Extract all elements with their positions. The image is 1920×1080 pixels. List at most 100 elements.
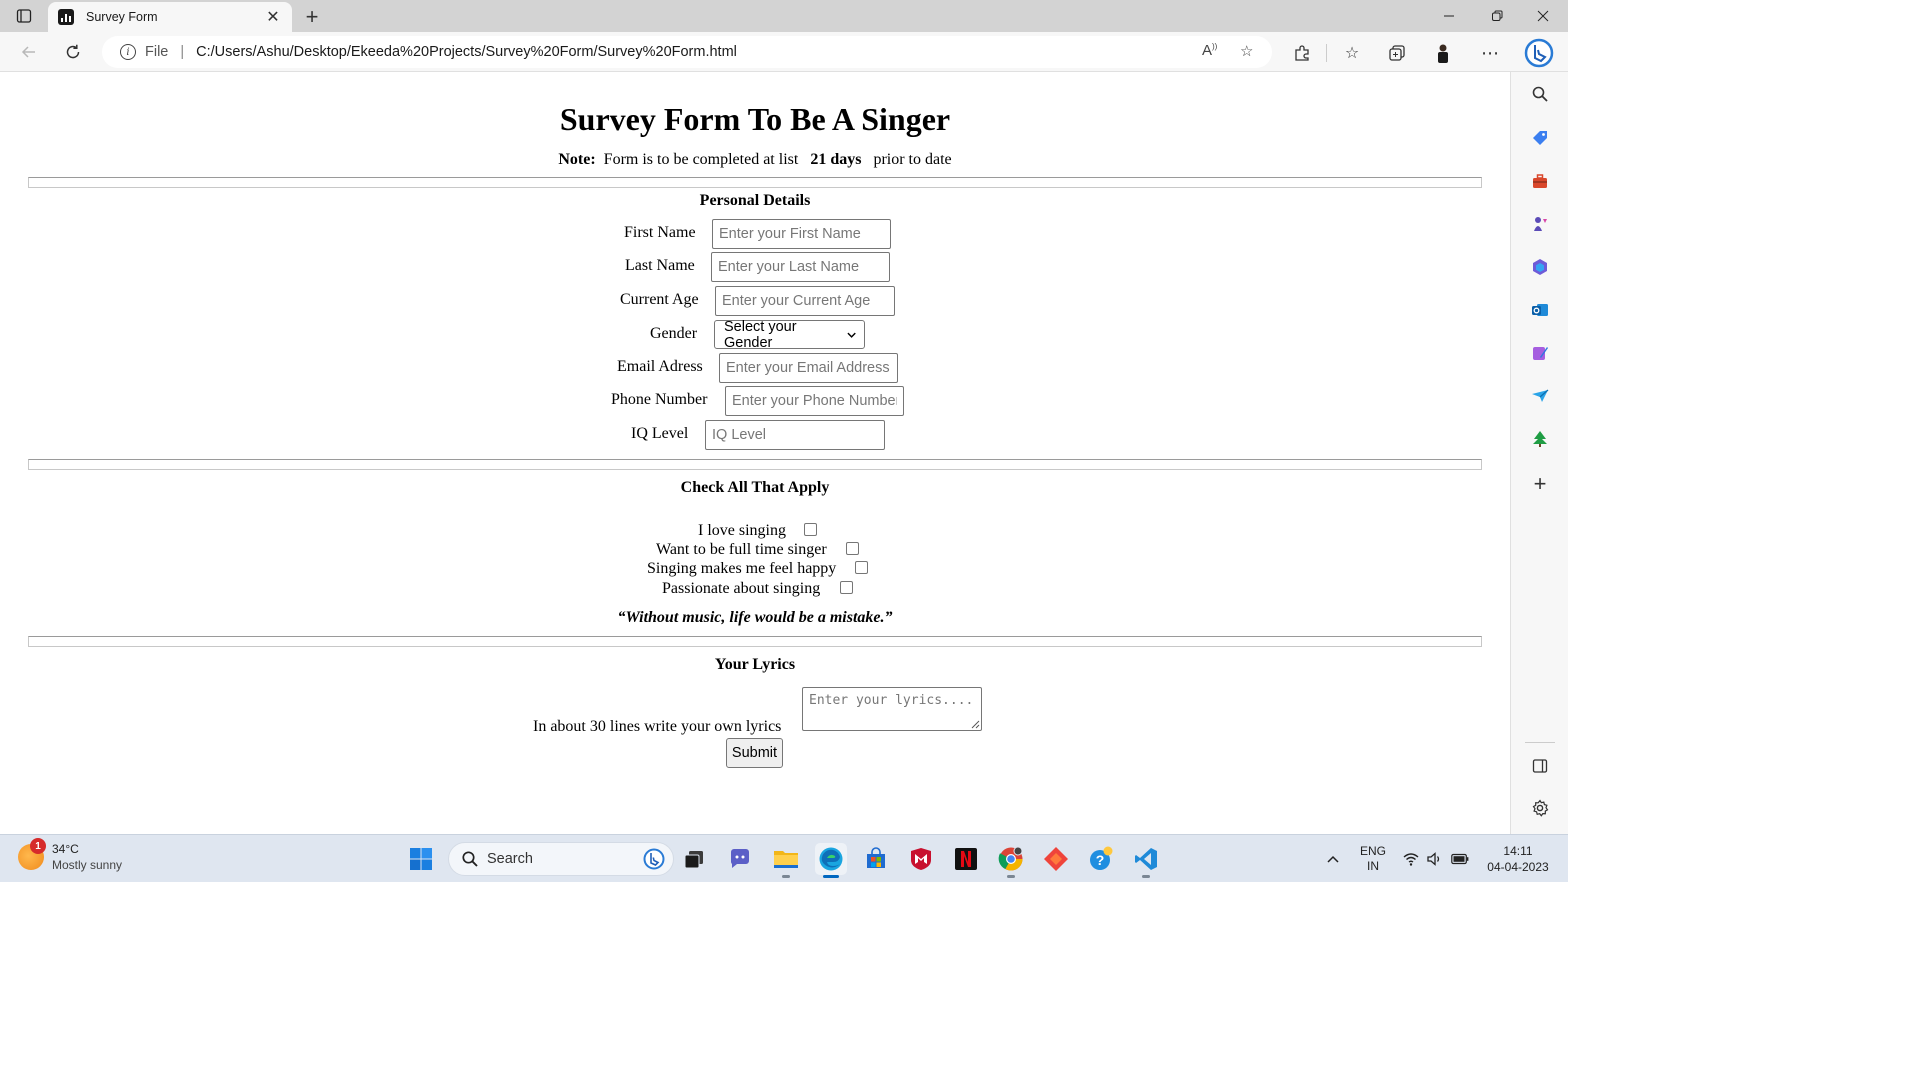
refresh-icon — [66, 44, 80, 59]
gender-select[interactable]: Select your Gender — [714, 318, 865, 351]
check-label-full-time: Want to be full time singer — [656, 541, 827, 558]
bing-search-icon — [643, 848, 665, 870]
new-tab-button[interactable]: + — [300, 4, 324, 30]
collections-icon[interactable] — [1385, 42, 1409, 64]
note-text-after: prior to date — [873, 151, 952, 168]
running-indicator — [823, 875, 839, 878]
survey-page: Survey Form To Be A Singer Note: Form is… — [0, 73, 1510, 834]
sidebar-add-icon[interactable]: + — [1528, 471, 1552, 496]
language-indicator[interactable]: ENG IN — [1356, 835, 1390, 883]
submit-button[interactable]: Submit — [726, 738, 783, 768]
store-icon — [867, 847, 885, 868]
file-explorer-button[interactable] — [770, 843, 802, 878]
read-aloud-icon[interactable]: A)) — [1202, 42, 1217, 59]
checks-title: Check All That Apply — [680, 479, 830, 496]
vscode-icon — [1135, 848, 1157, 870]
phone-label: Phone Number — [611, 391, 708, 408]
address-bar[interactable]: i File | C:/Users/Ashu/Desktop/Ekeeda%20… — [102, 36, 1272, 68]
edge-sidebar: + — [1510, 72, 1568, 834]
running-indicator — [782, 875, 790, 878]
sidebar-tree-icon[interactable] — [1528, 427, 1552, 451]
check-label-passionate: Passionate about singing — [662, 580, 821, 597]
sidebar-outlook-icon[interactable] — [1528, 298, 1552, 322]
iq-level-label: IQ Level — [631, 425, 689, 442]
lyrics-label: In about 30 lines write your own lyrics — [533, 718, 782, 735]
toolbar-divider — [1326, 44, 1327, 62]
puzzle-icon — [1295, 45, 1309, 61]
current-age-input[interactable] — [715, 286, 895, 316]
get-help-button[interactable]: ? — [1085, 843, 1117, 875]
iq-level-input[interactable] — [705, 420, 885, 450]
sidebar-games-icon[interactable] — [1528, 212, 1552, 236]
favorites-icon[interactable]: ☆ — [1340, 42, 1364, 64]
collections-glyph-icon — [1389, 45, 1405, 61]
note-text-before: Form is to be completed at list — [603, 151, 799, 168]
close-window-button[interactable] — [1520, 0, 1566, 32]
battery-icon — [1451, 853, 1469, 865]
sidebar-search-icon[interactable] — [1528, 82, 1552, 106]
refresh-button[interactable] — [60, 40, 86, 64]
volume-icon — [1427, 852, 1440, 866]
settings-more-icon[interactable]: ⋯ — [1478, 42, 1502, 64]
checkbox-full-time[interactable] — [846, 542, 859, 555]
show-hidden-icons-button[interactable] — [1320, 835, 1346, 883]
weather-temp: 34°C — [52, 842, 79, 856]
sidebar-designer-icon[interactable] — [1528, 341, 1552, 365]
extensions-icon[interactable] — [1290, 42, 1314, 64]
task-view-icon — [684, 851, 703, 869]
sidebar-settings-gear-icon[interactable] — [1528, 796, 1552, 820]
bing-copilot-icon[interactable] — [1524, 38, 1554, 68]
gender-selected-value: Select your Gender — [724, 318, 797, 351]
first-name-input[interactable] — [712, 219, 891, 249]
resize-grip-icon[interactable] — [970, 719, 980, 729]
netflix-button[interactable] — [950, 843, 982, 875]
note-days: 21 days — [810, 151, 862, 168]
edge-button[interactable] — [815, 843, 847, 878]
checkbox-love-singing[interactable] — [804, 523, 817, 536]
minimize-button[interactable] — [1426, 0, 1472, 32]
sidebar-hide-icon[interactable] — [1528, 754, 1552, 778]
tab-close-icon[interactable]: ✕ — [264, 7, 282, 27]
add-favorite-icon[interactable]: ☆ — [1240, 42, 1253, 60]
clock[interactable]: 14:11 04-04-2023 — [1478, 835, 1558, 883]
restore-button[interactable] — [1474, 0, 1520, 32]
microsoft-store-button[interactable] — [860, 843, 892, 875]
tab-actions-button[interactable] — [0, 0, 48, 32]
current-age-label: Current Age — [620, 291, 699, 308]
mcafee-button[interactable] — [905, 843, 937, 875]
language-code: ENG — [1359, 844, 1386, 858]
sidebar-send-icon[interactable] — [1528, 384, 1552, 408]
weather-widget[interactable]: 1 34°C Mostly sunny — [18, 838, 123, 873]
system-tray-status[interactable] — [1400, 835, 1472, 883]
checkbox-passionate[interactable] — [840, 581, 853, 594]
music-quote: “Without music, life would be a mistake.… — [617, 609, 893, 626]
section-divider — [28, 459, 1482, 470]
wifi-icon — [1403, 853, 1419, 866]
sidebar-tools-icon[interactable] — [1528, 169, 1552, 193]
checkbox-happy[interactable] — [855, 561, 868, 574]
vscode-button[interactable] — [1130, 843, 1162, 878]
phone-input[interactable] — [725, 386, 904, 416]
lyrics-textarea[interactable] — [802, 687, 982, 731]
check-label-happy: Singing makes me feel happy — [647, 560, 837, 577]
anydesk-button[interactable] — [1040, 843, 1072, 875]
chrome-button[interactable] — [995, 843, 1027, 878]
weather-condition: Mostly sunny — [52, 858, 123, 872]
email-label: Email Adress — [617, 358, 703, 375]
bing-logo-icon — [1524, 38, 1554, 68]
last-name-input[interactable] — [711, 252, 890, 282]
teams-chat-button[interactable] — [724, 843, 756, 875]
start-button[interactable] — [405, 843, 437, 875]
email-input[interactable] — [719, 353, 898, 383]
help-icon: ? — [1090, 846, 1113, 870]
profile-avatar-icon[interactable] — [1431, 42, 1455, 64]
back-button[interactable] — [16, 40, 42, 64]
sidebar-microsoft365-icon[interactable] — [1528, 255, 1552, 279]
site-info-icon[interactable]: i — [120, 44, 136, 60]
task-view-button[interactable] — [678, 843, 710, 875]
search-icon — [462, 851, 478, 867]
taskbar-search[interactable]: Search — [448, 842, 674, 876]
sidebar-shopping-icon[interactable] — [1528, 126, 1552, 150]
tab-survey-form[interactable]: Survey Form ✕ — [48, 2, 292, 32]
browser-toolbar: i File | C:/Users/Ashu/Desktop/Ekeeda%20… — [0, 32, 1568, 72]
